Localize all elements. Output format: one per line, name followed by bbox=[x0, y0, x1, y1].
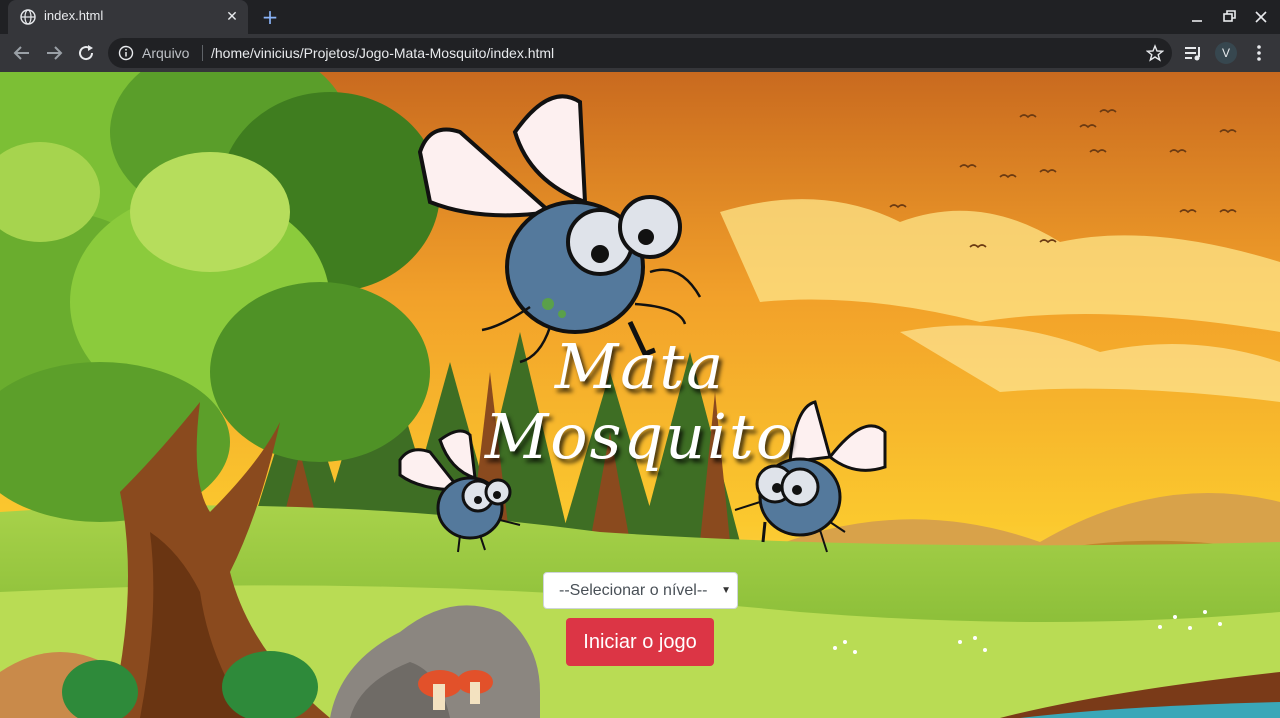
menu-kebab-icon[interactable] bbox=[1248, 42, 1270, 64]
chevron-down-icon: ▼ bbox=[721, 585, 731, 596]
close-tab-icon[interactable]: ✕ bbox=[222, 7, 242, 27]
tab-index[interactable]: index.html ✕ bbox=[8, 0, 248, 34]
level-select-value: --Selecionar o nível-- bbox=[559, 582, 708, 599]
reload-icon[interactable] bbox=[74, 41, 98, 65]
scheme-label: Arquivo bbox=[142, 45, 190, 61]
globe-icon bbox=[20, 9, 36, 25]
restore-icon[interactable] bbox=[1218, 6, 1240, 28]
close-window-icon[interactable] bbox=[1250, 6, 1272, 28]
game-title-line2: Mosquito bbox=[484, 400, 796, 473]
url-text[interactable]: /home/vinicius/Projetos/Jogo-Mata-Mosqui… bbox=[211, 45, 554, 61]
forward-arrow-icon[interactable] bbox=[42, 41, 66, 65]
page-viewport: Mata Mosquito --Selecionar o nível-- ▼ I… bbox=[0, 72, 1280, 718]
new-tab-button[interactable]: + bbox=[258, 5, 282, 29]
media-queue-icon[interactable] bbox=[1182, 42, 1204, 64]
info-icon[interactable] bbox=[118, 45, 134, 61]
profile-avatar[interactable]: V bbox=[1215, 42, 1237, 64]
back-arrow-icon[interactable] bbox=[10, 41, 34, 65]
level-select[interactable]: --Selecionar o nível-- ▼ bbox=[543, 572, 738, 609]
minimize-icon[interactable] bbox=[1186, 6, 1208, 28]
tab-title: index.html bbox=[44, 8, 104, 23]
tab-strip: index.html ✕ + bbox=[0, 0, 1280, 34]
bookmark-star-icon[interactable] bbox=[1146, 44, 1164, 62]
start-game-button[interactable]: Iniciar o jogo bbox=[566, 618, 714, 666]
game-title-line1: Mata bbox=[554, 330, 726, 403]
browser-toolbar: Arquivo /home/vinicius/Projetos/Jogo-Mat… bbox=[0, 34, 1280, 72]
address-bar[interactable]: Arquivo /home/vinicius/Projetos/Jogo-Mat… bbox=[108, 38, 1172, 68]
omnibox-divider bbox=[202, 45, 203, 61]
